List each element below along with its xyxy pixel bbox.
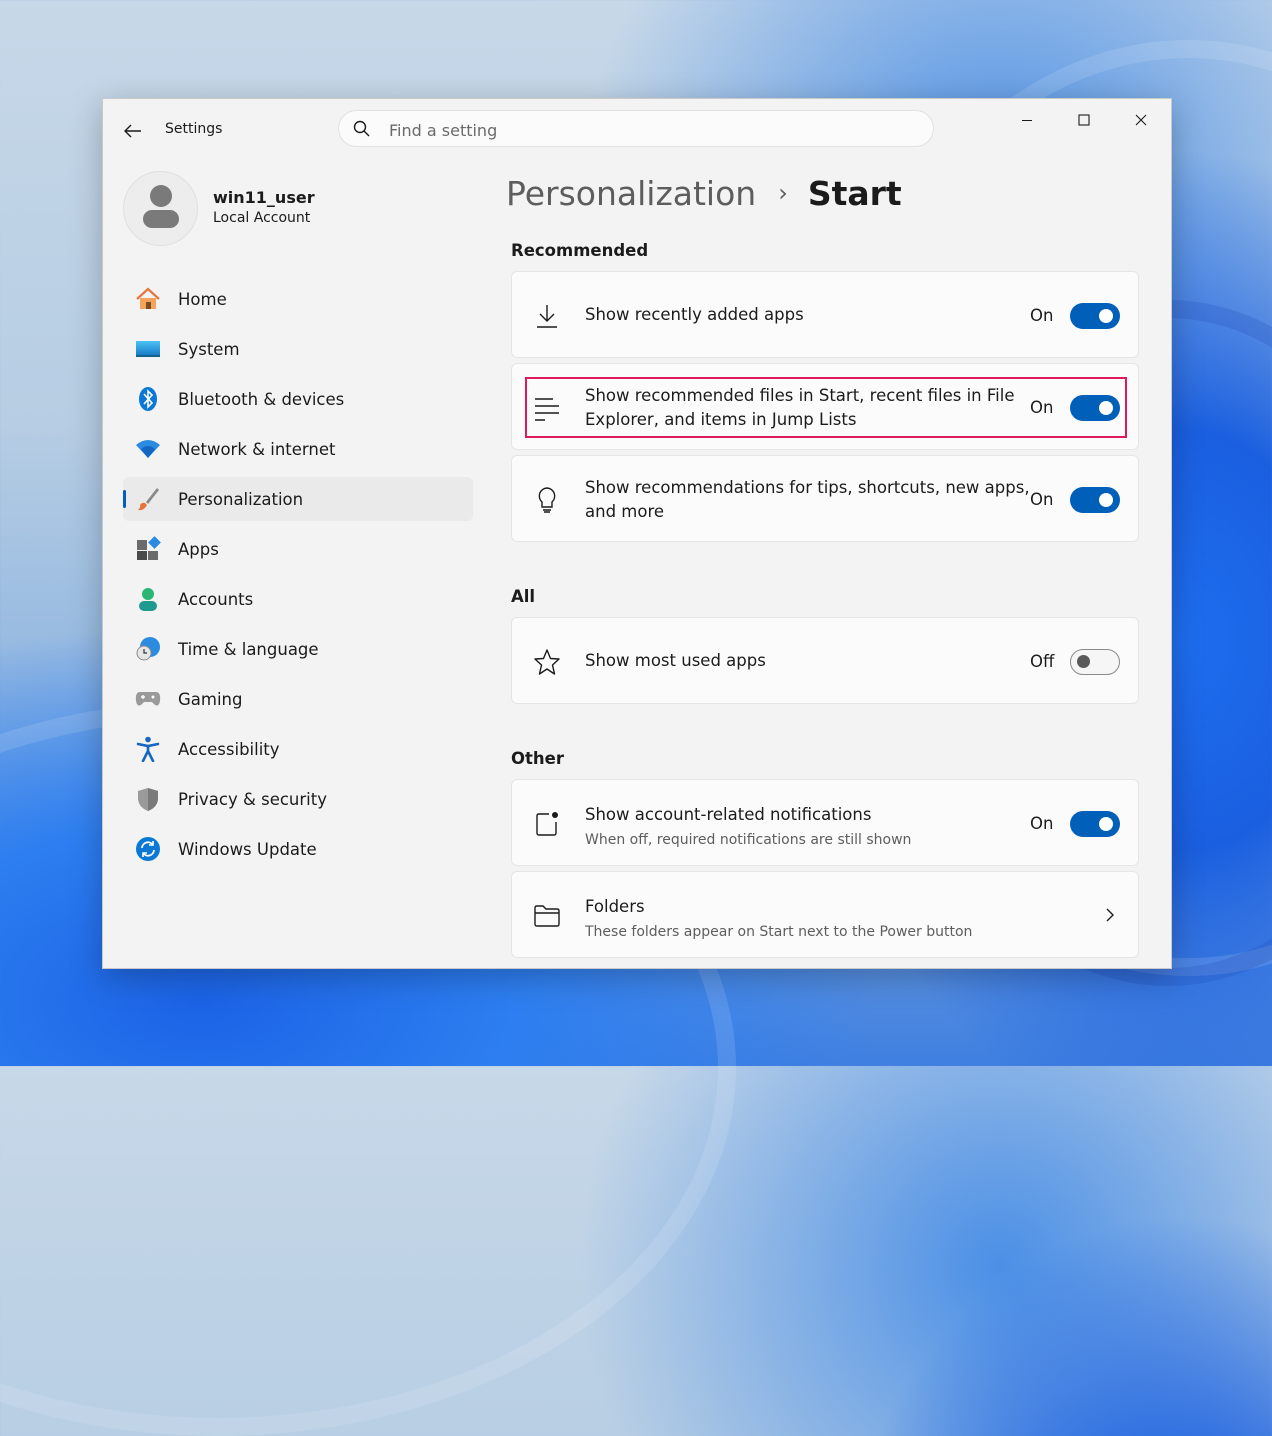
- sidebar-item-apps[interactable]: Apps: [123, 527, 473, 571]
- setting-label-line1: Show recommendations for tips, shortcuts…: [585, 478, 1030, 497]
- breadcrumb-separator: ›: [778, 179, 788, 207]
- minimize-icon: [1022, 120, 1032, 121]
- sidebar-item-label: System: [178, 339, 240, 359]
- setting-description: These folders appear on Start next to th…: [585, 924, 973, 940]
- sidebar-item-label: Gaming: [178, 689, 243, 709]
- sidebar-item-personalization[interactable]: Personalization: [123, 477, 473, 521]
- setting-label-line2: and more: [585, 502, 665, 521]
- setting-label-main: Show account-related notifications: [585, 805, 872, 824]
- sidebar-item-label: Windows Update: [178, 839, 317, 859]
- toggle-state-label: On: [1030, 306, 1054, 325]
- toggle-state-label: On: [1030, 490, 1054, 509]
- sidebar-item-windows-update[interactable]: Windows Update: [123, 827, 473, 871]
- sidebar-item-label: Network & internet: [178, 439, 336, 459]
- toggle-state-label: Off: [1030, 652, 1055, 671]
- sidebar-item-label: Accessibility: [178, 739, 280, 759]
- user-name: win11_user: [213, 188, 315, 207]
- sidebar-item-time-language[interactable]: Time & language: [123, 627, 473, 671]
- setting-label: Show recently added apps: [585, 305, 804, 324]
- section-other: Other: [511, 749, 564, 768]
- sidebar-item-label: Privacy & security: [178, 789, 327, 809]
- maximize-icon: [1078, 114, 1090, 126]
- recent-apps-toggle[interactable]: [1070, 303, 1120, 329]
- apps-icon: [135, 536, 161, 561]
- sidebar-item-bluetooth[interactable]: Bluetooth & devices: [123, 377, 473, 421]
- setting-tips: Show recommendations for tips, shortcuts…: [511, 455, 1139, 542]
- lightbulb-icon: [532, 485, 562, 515]
- search-input[interactable]: [387, 117, 911, 143]
- update-icon: [135, 837, 161, 861]
- toggle-state-label: On: [1030, 814, 1054, 833]
- back-arrow-icon: [124, 124, 141, 138]
- account-notifications-toggle[interactable]: [1070, 811, 1120, 837]
- maximize-button[interactable]: [1064, 107, 1104, 133]
- search-box[interactable]: [338, 110, 934, 147]
- sidebar-item-network[interactable]: Network & internet: [123, 427, 473, 471]
- account-type: Local Account: [213, 210, 311, 226]
- sidebar-item-label: Bluetooth & devices: [178, 389, 345, 409]
- setting-label-main: Folders: [585, 897, 645, 916]
- close-icon: [1135, 114, 1147, 126]
- notification-icon: [532, 809, 562, 839]
- settings-window: Settings win11_user Local Account Home: [102, 98, 1172, 969]
- setting-recent-apps: Show recently added apps On: [511, 271, 1139, 358]
- chevron-right-icon: [1106, 908, 1114, 922]
- app-title: Settings: [165, 121, 223, 137]
- sidebar-item-label: Home: [178, 289, 227, 309]
- sidebar-item-label: Accounts: [178, 589, 254, 609]
- setting-label: Show account-related notifications When …: [585, 803, 911, 851]
- section-recommended: Recommended: [511, 241, 649, 260]
- star-icon: [532, 647, 562, 677]
- setting-account-notifications: Show account-related notifications When …: [511, 779, 1139, 866]
- system-icon: [135, 337, 161, 361]
- breadcrumb: Personalization › Start: [506, 171, 902, 215]
- section-all: All: [511, 587, 536, 606]
- globe-clock-icon: [135, 637, 161, 661]
- sidebar-item-label: Time & language: [178, 639, 319, 659]
- gamepad-icon: [135, 687, 161, 711]
- sidebar-item-label: Apps: [178, 539, 219, 559]
- tips-toggle[interactable]: [1070, 487, 1120, 513]
- accounts-icon: [135, 587, 161, 611]
- setting-label: Show recommendations for tips, shortcuts…: [585, 476, 1030, 524]
- wifi-icon: [135, 437, 161, 461]
- bluetooth-icon: [135, 387, 161, 411]
- folder-icon: [532, 901, 562, 931]
- paintbrush-icon: [135, 487, 161, 511]
- selection-indicator: [123, 490, 126, 508]
- close-button[interactable]: [1121, 107, 1161, 133]
- setting-folders[interactable]: Folders These folders appear on Start ne…: [511, 871, 1139, 958]
- avatar[interactable]: [123, 171, 198, 246]
- back-button[interactable]: [121, 119, 145, 143]
- breadcrumb-parent[interactable]: Personalization: [506, 174, 756, 213]
- sidebar-item-system[interactable]: System: [123, 327, 473, 371]
- accessibility-icon: [135, 736, 161, 762]
- home-icon: [135, 287, 161, 311]
- sidebar-nav: Home System Bluetooth & devices Network …: [123, 277, 473, 877]
- most-used-toggle[interactable]: [1070, 649, 1120, 675]
- sidebar-item-gaming[interactable]: Gaming: [123, 677, 473, 721]
- setting-label: Show most used apps: [585, 651, 766, 670]
- sidebar-item-home[interactable]: Home: [123, 277, 473, 321]
- sidebar-item-label: Personalization: [178, 489, 304, 509]
- sidebar-item-accessibility[interactable]: Accessibility: [123, 727, 473, 771]
- page-title: Start: [807, 173, 902, 213]
- highlight-box: [525, 377, 1127, 438]
- user-avatar-icon: [143, 185, 179, 228]
- shield-icon: [135, 787, 161, 811]
- minimize-button[interactable]: [1007, 107, 1047, 133]
- search-icon: [353, 120, 370, 137]
- sidebar-item-accounts[interactable]: Accounts: [123, 577, 473, 621]
- download-icon: [532, 301, 562, 331]
- sidebar-item-privacy[interactable]: Privacy & security: [123, 777, 473, 821]
- setting-description: When off, required notifications are sti…: [585, 832, 912, 848]
- setting-label: Folders These folders appear on Start ne…: [585, 895, 972, 943]
- setting-most-used: Show most used apps Off: [511, 617, 1139, 704]
